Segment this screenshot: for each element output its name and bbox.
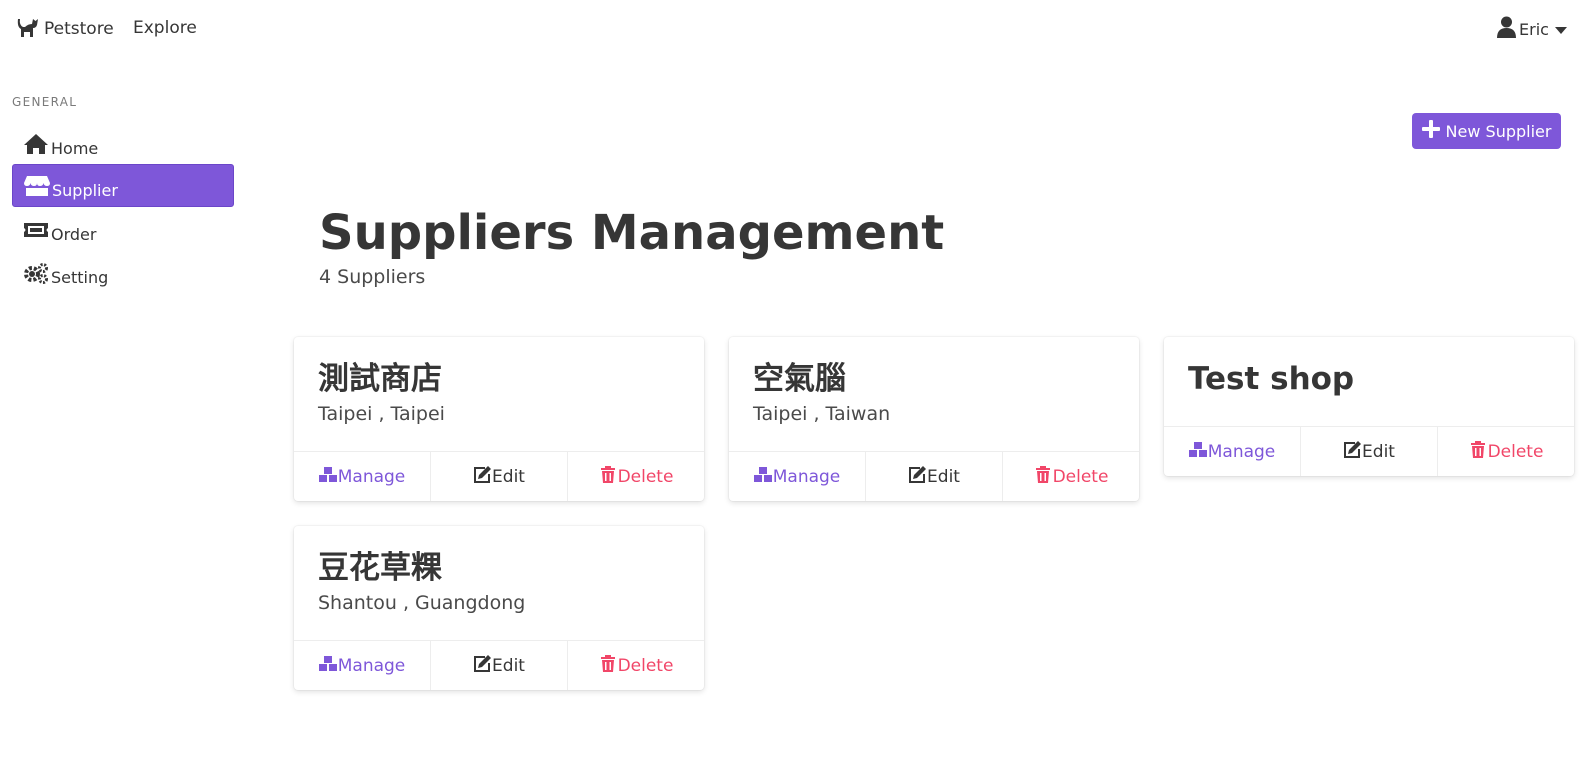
manage-button[interactable]: Manage bbox=[729, 452, 866, 501]
trash-icon bbox=[599, 654, 618, 677]
user-icon bbox=[1497, 16, 1519, 42]
user-name: Eric bbox=[1519, 19, 1549, 39]
manage-button[interactable]: Manage bbox=[294, 641, 431, 690]
supplier-location: Taipei , Taiwan bbox=[753, 403, 891, 425]
delete-button[interactable]: Delete bbox=[568, 452, 704, 501]
edit-label: Edit bbox=[927, 466, 960, 487]
edit-button[interactable]: Edit bbox=[431, 641, 568, 690]
top-navbar: Petstore Explore Eric bbox=[0, 0, 1588, 57]
delete-button[interactable]: Delete bbox=[1438, 427, 1574, 476]
supplier-card: 豆花草粿 Shantou , Guangdong Manage Edit Del… bbox=[294, 526, 704, 690]
card-actions: Manage Edit Delete bbox=[1164, 426, 1574, 476]
sidebar-item-home[interactable]: Home bbox=[12, 121, 234, 164]
edit-icon bbox=[473, 654, 492, 677]
trash-icon bbox=[1469, 440, 1488, 463]
supplier-name: 豆花草粿 bbox=[318, 550, 442, 586]
edit-button[interactable]: Edit bbox=[431, 452, 568, 501]
new-supplier-label: New Supplier bbox=[1445, 121, 1552, 141]
card-actions: Manage Edit Delete bbox=[729, 451, 1139, 501]
sidebar-item-supplier[interactable]: Supplier bbox=[12, 164, 234, 207]
home-icon bbox=[23, 133, 49, 155]
edit-icon bbox=[473, 465, 492, 488]
delete-label: Delete bbox=[617, 655, 674, 676]
sidebar-section-label: GENERAL bbox=[12, 95, 78, 109]
plus-icon bbox=[1421, 120, 1446, 142]
gears-icon bbox=[23, 262, 49, 284]
sidebar-item-label: Order bbox=[51, 225, 97, 244]
sidebar-item-label: Supplier bbox=[52, 181, 118, 200]
boxes-icon bbox=[1188, 441, 1208, 463]
supplier-name: 空氣腦 bbox=[753, 361, 846, 397]
trash-icon bbox=[599, 465, 618, 488]
manage-label: Manage bbox=[337, 655, 406, 676]
sidebar-menu: Home Supplier Order Setting bbox=[12, 121, 234, 293]
page-title: Suppliers Management bbox=[319, 205, 945, 261]
page-subtitle: 4 Suppliers bbox=[319, 266, 426, 288]
user-menu[interactable]: Eric bbox=[1497, 16, 1567, 42]
delete-button[interactable]: Delete bbox=[568, 641, 704, 690]
chevron-down-icon bbox=[1549, 20, 1567, 39]
manage-label: Manage bbox=[337, 466, 406, 487]
supplier-location: Taipei , Taipei bbox=[318, 403, 445, 425]
sidebar-item-setting[interactable]: Setting bbox=[12, 250, 234, 293]
manage-button[interactable]: Manage bbox=[1164, 427, 1301, 476]
supplier-location: Shantou , Guangdong bbox=[318, 592, 526, 614]
edit-button[interactable]: Edit bbox=[1301, 427, 1438, 476]
nav-explore-link[interactable]: Explore bbox=[133, 18, 197, 38]
supplier-card: 測試商店 Taipei , Taipei Manage Edit Delete bbox=[294, 337, 704, 501]
manage-label: Manage bbox=[772, 466, 841, 487]
boxes-icon bbox=[753, 466, 773, 488]
boxes-icon bbox=[318, 655, 338, 677]
edit-label: Edit bbox=[492, 466, 525, 487]
manage-button[interactable]: Manage bbox=[294, 452, 431, 501]
sidebar-item-order[interactable]: Order bbox=[12, 207, 234, 250]
edit-icon bbox=[908, 465, 927, 488]
supplier-card: 空氣腦 Taipei , Taiwan Manage Edit Delete bbox=[729, 337, 1139, 501]
supplier-name: 測試商店 bbox=[318, 361, 442, 397]
card-actions: Manage Edit Delete bbox=[294, 640, 704, 690]
supplier-card: Test shop Manage Edit Delete bbox=[1164, 337, 1574, 476]
supplier-name: Test shop bbox=[1188, 361, 1355, 397]
ticket-icon bbox=[23, 219, 49, 241]
brand-text: Petstore bbox=[44, 19, 114, 39]
sidebar-item-label: Home bbox=[51, 139, 99, 158]
sidebar-item-label: Setting bbox=[51, 268, 109, 287]
boxes-icon bbox=[318, 466, 338, 488]
new-supplier-button[interactable]: New Supplier bbox=[1412, 113, 1561, 149]
trash-icon bbox=[1034, 465, 1053, 488]
edit-label: Edit bbox=[1362, 441, 1395, 462]
brand-link[interactable]: Petstore bbox=[16, 16, 114, 42]
delete-button[interactable]: Delete bbox=[1003, 452, 1139, 501]
delete-label: Delete bbox=[617, 466, 674, 487]
store-icon bbox=[24, 175, 50, 197]
delete-label: Delete bbox=[1487, 441, 1544, 462]
delete-label: Delete bbox=[1052, 466, 1109, 487]
manage-label: Manage bbox=[1207, 441, 1276, 462]
cat-logo-icon bbox=[16, 15, 44, 44]
card-actions: Manage Edit Delete bbox=[294, 451, 704, 501]
edit-button[interactable]: Edit bbox=[866, 452, 1003, 501]
edit-label: Edit bbox=[492, 655, 525, 676]
edit-icon bbox=[1343, 440, 1362, 463]
